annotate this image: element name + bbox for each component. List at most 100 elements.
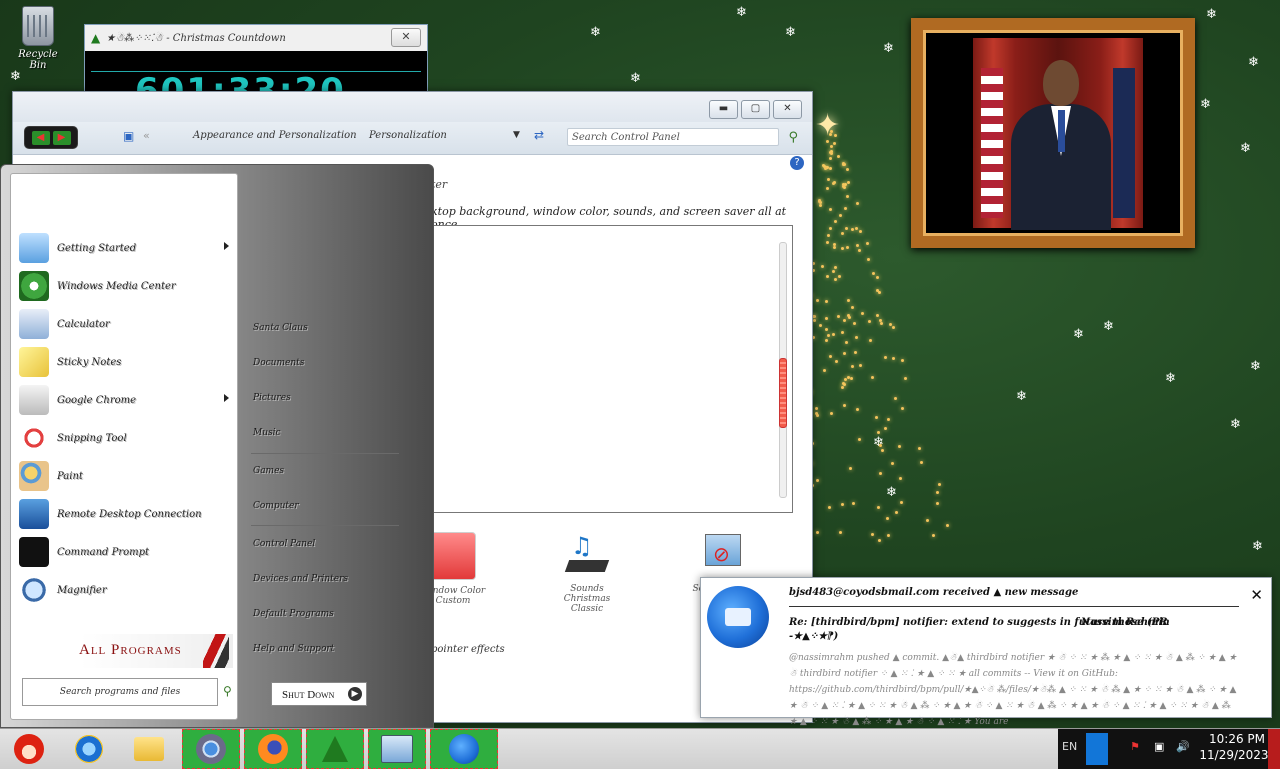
volume-icon[interactable]: 🔊	[1176, 740, 1190, 754]
maximize-button[interactable]: ▢	[741, 100, 770, 119]
refresh-icon[interactable]: ⇄	[534, 128, 544, 142]
forward-arrow-icon[interactable]: ▶	[52, 130, 71, 145]
start-button[interactable]	[0, 729, 58, 769]
tree-light	[843, 319, 846, 322]
taskbar-thunderbird[interactable]	[430, 729, 498, 769]
snowflake-icon: ❄	[1103, 319, 1114, 334]
shutdown-options-arrow-icon[interactable]: ▶	[348, 687, 362, 701]
theme-list[interactable]	[431, 225, 793, 513]
start-program-item[interactable]: Paint	[19, 460, 229, 492]
start-program-item[interactable]: Getting Started	[19, 232, 229, 264]
start-right-item[interactable]: Default Programs	[253, 609, 334, 619]
tree-light	[833, 246, 836, 249]
start-right-item[interactable]: Games	[253, 466, 284, 476]
start-program-item[interactable]: Magnifier	[19, 574, 229, 606]
tree-light	[844, 207, 847, 210]
thunderbird-icon	[449, 734, 479, 764]
remote-desktop-icon	[19, 499, 49, 529]
recycle-bin-shortcut[interactable]: Recycle Bin	[10, 6, 66, 71]
start-right-item[interactable]: Santa Claus	[253, 323, 308, 333]
tree-light	[876, 276, 879, 279]
tree-light	[946, 524, 949, 527]
all-programs-label: All Programs	[79, 642, 182, 658]
taskbar-chrome[interactable]	[182, 729, 240, 769]
taskbar-internet-explorer[interactable]	[60, 729, 118, 769]
tree-light	[829, 167, 832, 170]
start-right-item[interactable]: Music	[253, 428, 281, 438]
action-center-flag-icon[interactable]: ⚑	[1130, 740, 1144, 754]
window-titlebar[interactable]: ▬ ▢ ✕	[13, 92, 812, 122]
tree-light	[892, 357, 895, 360]
tree-light	[877, 431, 880, 434]
snowflake-icon: ❄	[1073, 327, 1084, 342]
getting-started-icon	[19, 233, 49, 263]
notification-subject-continued: -★▲⁘★⁋)	[789, 631, 839, 642]
mouse-pointer-link[interactable]: pointer effects	[431, 644, 505, 655]
photo-frame-gadget[interactable]	[911, 18, 1195, 248]
show-desktop-button[interactable]	[1268, 729, 1280, 769]
start-right-item[interactable]: Help and Support	[253, 644, 334, 654]
clock-date[interactable]: 11/29/2023	[1194, 748, 1274, 762]
language-indicator[interactable]: EN	[1062, 740, 1077, 753]
search-icon[interactable]: ⚲	[223, 684, 232, 698]
snowflake-icon: ❄	[1252, 539, 1263, 554]
back-arrow-icon[interactable]: ◀	[31, 130, 50, 145]
network-icon[interactable]: ▣	[1154, 740, 1168, 754]
start-program-item[interactable]: Command Prompt	[19, 536, 229, 568]
clock-time[interactable]: 10:26 PM	[1202, 732, 1272, 746]
start-right-item[interactable]: Documents	[253, 358, 304, 368]
tree-light	[920, 461, 923, 464]
thunderbird-notification[interactable]: bjsd483@coyodsbmail.com received ▲ new m…	[700, 577, 1272, 727]
help-icon[interactable]: ?	[790, 156, 804, 170]
breadcrumb-personalization[interactable]: Personalization	[369, 130, 447, 141]
all-programs-button[interactable]: All Programs	[15, 634, 233, 668]
magnifier-icon	[19, 575, 49, 605]
desktop: ❄ ❄ ❄ ❄ ❄ ❄ ❄ ❄ ❄ ❄ ❄ ❄ ❄ ❄ ❄ ❄ ❄ ❄ ❄ ❄ …	[0, 0, 1280, 728]
minimize-button[interactable]: ▬	[709, 100, 738, 119]
tree-light	[901, 407, 904, 410]
taskbar-control-panel[interactable]	[368, 729, 426, 769]
start-program-item[interactable]: Snipping Tool	[19, 422, 229, 454]
start-right-item[interactable]: Pictures	[253, 393, 291, 403]
start-search-input[interactable]: Search programs and files	[22, 678, 218, 706]
tray-highlight[interactable]	[1086, 733, 1108, 765]
tree-light	[818, 200, 821, 203]
snowflake-icon: ❄	[785, 25, 796, 40]
gadget-close-button[interactable]: ✕	[391, 28, 421, 47]
close-button[interactable]: ✕	[773, 100, 802, 119]
breadcrumb-appearance[interactable]: Appearance and Personalization	[193, 130, 357, 141]
start-right-item[interactable]: Computer	[253, 501, 299, 511]
tree-light	[854, 351, 857, 354]
close-icon[interactable]: ✕	[1250, 586, 1263, 604]
tree-light	[856, 202, 859, 205]
tree-light	[846, 168, 849, 171]
scrollbar[interactable]	[779, 242, 787, 498]
start-program-label: Windows Media Center	[57, 280, 176, 292]
taskbar-firefox[interactable]	[244, 729, 302, 769]
tree-light	[816, 299, 819, 302]
start-right-item[interactable]: Devices and Printers	[253, 574, 348, 584]
tile-sounds[interactable]: ♫ Sounds Christmas Classic	[547, 532, 627, 614]
start-program-item[interactable]: Calculator	[19, 308, 229, 340]
taskbar-file-explorer[interactable]	[120, 729, 178, 769]
start-program-item[interactable]: Google Chrome	[19, 384, 229, 416]
tree-light	[899, 477, 902, 480]
search-input[interactable]: Search Control Panel	[567, 128, 779, 146]
sticky-notes-icon	[19, 347, 49, 377]
start-program-item[interactable]: Remote Desktop Connection	[19, 498, 229, 530]
address-dropdown-icon[interactable]: ▼	[513, 130, 520, 140]
tree-light	[839, 214, 842, 217]
submenu-arrow-icon[interactable]	[224, 242, 229, 250]
start-program-item[interactable]: Windows Media Center	[19, 270, 229, 302]
shutdown-button[interactable]: Shut Down ▶	[271, 682, 367, 706]
taskbar-christmas-tree[interactable]	[306, 729, 364, 769]
search-icon[interactable]: ⚲	[788, 130, 798, 145]
start-right-item[interactable]: Control Panel	[253, 539, 315, 549]
christmas-countdown-gadget[interactable]: ▲ ★☃⁂⁘⁙⁚☃ - Christmas Countdown ✕ 601:33…	[84, 24, 428, 94]
scrollbar-thumb[interactable]	[779, 358, 787, 428]
tree-light	[859, 230, 862, 233]
submenu-arrow-icon[interactable]	[224, 394, 229, 402]
tree-light	[829, 133, 832, 136]
start-program-item[interactable]: Sticky Notes	[19, 346, 229, 378]
tree-light	[867, 258, 870, 261]
